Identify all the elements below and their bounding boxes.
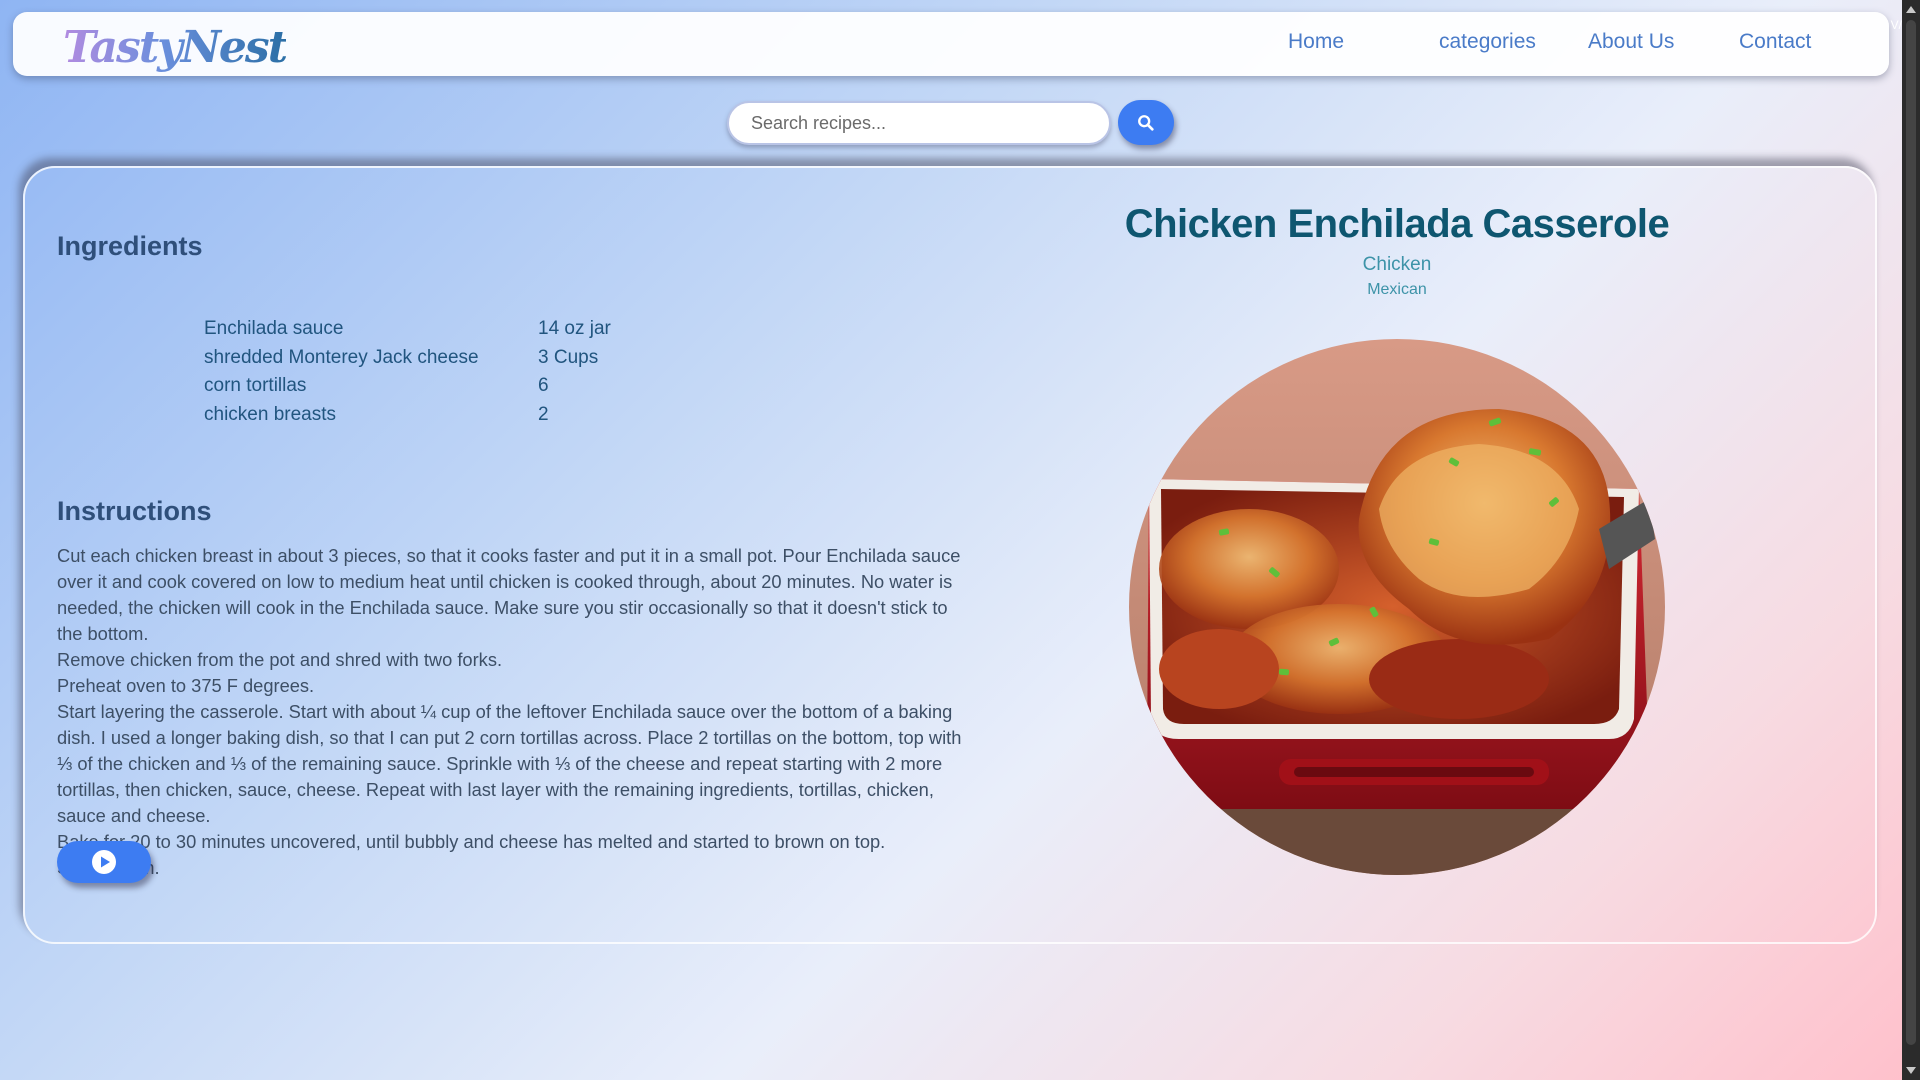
- search-button[interactable]: [1118, 100, 1174, 145]
- search-icon: [1138, 114, 1154, 131]
- recipe-photo: [1129, 339, 1665, 875]
- scrollbar[interactable]: [1902, 0, 1920, 1080]
- video-play-button[interactable]: [57, 841, 151, 883]
- scroll-thumb[interactable]: [1906, 20, 1916, 1045]
- ingredient-name: shredded Monterey Jack cheese: [204, 346, 479, 368]
- instructions-text: Cut each chicken breast in about 3 piece…: [57, 543, 967, 881]
- instruction-step: Remove chicken from the pot and shred wi…: [57, 649, 503, 670]
- scroll-up-arrow-icon[interactable]: [1906, 6, 1916, 13]
- nav-link-contact[interactable]: Contact: [1739, 30, 1811, 54]
- instruction-step: Preheat oven to 375 F degrees.: [57, 675, 315, 696]
- instructions-heading: Instructions: [57, 496, 212, 526]
- ingredient-measure: 6: [538, 375, 549, 396]
- corner-text: V/: [1890, 18, 1902, 32]
- navbar: TastyNest Home categories About Us Conta…: [13, 12, 1889, 76]
- page: TastyNest Home categories About Us Conta…: [0, 0, 1902, 1080]
- instruction-step: Start layering the casserole. Start with…: [57, 701, 962, 826]
- nav-link-home[interactable]: Home: [1288, 30, 1344, 54]
- search-input[interactable]: [727, 101, 1111, 145]
- casserole-image: [1129, 339, 1665, 875]
- ingredient-measure: 2: [538, 403, 549, 425]
- nav-link-about-us[interactable]: About Us: [1588, 30, 1674, 54]
- instruction-step: Cut each chicken breast in about 3 piece…: [57, 545, 961, 644]
- scroll-down-arrow-icon[interactable]: [1906, 1067, 1916, 1074]
- nav-link-categories[interactable]: categories: [1439, 30, 1536, 54]
- ingredient-name: chicken breasts: [204, 403, 337, 425]
- instruction-step: Bake for 20 to 30 minutes uncovered, unt…: [57, 831, 886, 852]
- ingredients-heading: Ingredients: [57, 231, 203, 261]
- ingredient-name: corn tortillas: [204, 375, 307, 396]
- play-icon: [92, 850, 116, 874]
- recipe-area: Mexican: [1367, 281, 1427, 298]
- instruction-step: Serve warm.: [57, 855, 967, 881]
- ingredient-name: Enchilada sauce: [204, 318, 344, 339]
- recipe-title: Chicken Enchilada Casserole: [1124, 202, 1670, 246]
- brand-logo[interactable]: TastyNest: [63, 22, 288, 73]
- ingredient-measure: 14 oz jar: [538, 318, 611, 339]
- recipe-category: Chicken: [1362, 254, 1432, 275]
- ingredient-measure: 3 Cups: [538, 346, 599, 368]
